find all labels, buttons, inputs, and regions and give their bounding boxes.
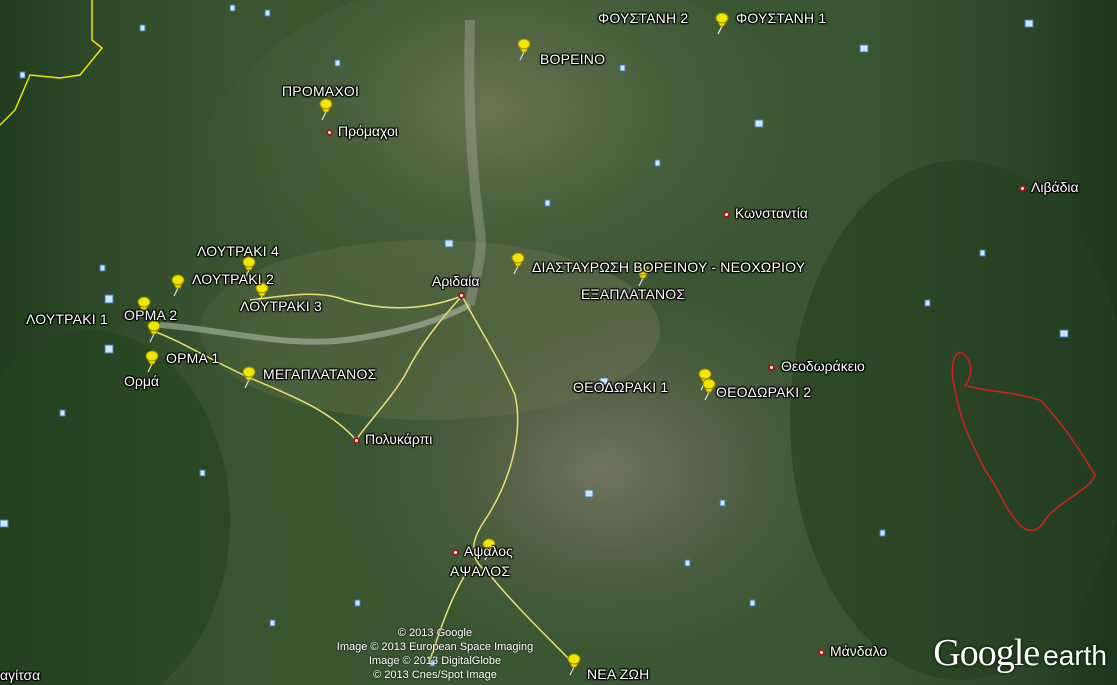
place-label-livadia[interactable]: Λιβάδια bbox=[1031, 179, 1079, 195]
pin-label-nea-zoi[interactable]: ΝΕΑ ΖΩΗ bbox=[587, 666, 649, 682]
logo-product: earth bbox=[1043, 640, 1107, 671]
pin-label-orma-2[interactable]: ΟΡΜΑ 2 bbox=[124, 307, 177, 323]
satellite-map[interactable] bbox=[0, 0, 1117, 685]
pin-label-exaplatanos[interactable]: ΕΞΑΠΛΑΤΑΝΟΣ bbox=[581, 286, 685, 302]
place-label-konstantia[interactable]: Κωνσταντία bbox=[735, 205, 808, 221]
pin-label-loutraki-3[interactable]: ΛΟΥΤΡΑΚΙ 3 bbox=[240, 298, 322, 314]
copyright-line: © 2013 Google bbox=[397, 627, 473, 639]
place-dot bbox=[452, 549, 459, 556]
place-label-apsalos[interactable]: Αψαλος bbox=[464, 543, 513, 559]
logo-brand: Google bbox=[933, 632, 1040, 674]
pin-label-megaplatanos[interactable]: ΜΕΓΑΠΛΑΤΑΝΟΣ bbox=[263, 366, 376, 382]
pin-label-fostani-2[interactable]: ΦΟΥΣΤΑΝΗ 2 bbox=[598, 10, 688, 26]
place-dot bbox=[1019, 185, 1026, 192]
place-label-agitsa[interactable]: αγίτσα bbox=[0, 667, 40, 683]
pin-label-loutraki-1[interactable]: ΛΟΥΤΡΑΚΙ 1 bbox=[26, 311, 108, 327]
pin-label-voreino[interactable]: ΒΟΡΕΙΝΟ bbox=[540, 51, 605, 67]
pin-label-loutraki-4[interactable]: ΛΟΥΤΡΑΚΙ 4 bbox=[197, 243, 279, 259]
place-label-aridaia[interactable]: Αριδαία bbox=[432, 273, 480, 289]
place-dot bbox=[818, 649, 825, 656]
pin-label-theodoraki-1[interactable]: ΘΕΟΔΩΡΑΚΙ 1 bbox=[573, 379, 668, 395]
pin-label-promachoi[interactable]: ΠΡΟΜΑΧΟΙ bbox=[282, 83, 359, 99]
place-dot bbox=[326, 129, 333, 136]
pin-label-apsalos[interactable]: ΑΨΑΛΟΣ bbox=[450, 563, 510, 579]
google-earth-logo: Google earth bbox=[933, 631, 1107, 675]
place-label-mandalo[interactable]: Μάνδαλο bbox=[830, 643, 887, 659]
place-dot bbox=[768, 364, 775, 371]
map-copyright: © 2013 Google Image © 2013 European Spac… bbox=[300, 626, 570, 682]
place-label-polykarpi[interactable]: Πολυκάρπι bbox=[365, 431, 432, 447]
place-dot bbox=[723, 211, 730, 218]
place-label-theodorakeio[interactable]: Θεοδωράκειο bbox=[781, 358, 865, 374]
place-dot bbox=[458, 292, 465, 299]
pin-label-fostani-1[interactable]: ΦΟΥΣΤΑΝΗ 1 bbox=[736, 10, 826, 26]
pin-label-loutraki-2[interactable]: ΛΟΥΤΡΑΚΙ 2 bbox=[192, 271, 274, 287]
pin-label-theodoraki-2[interactable]: ΘΕΟΔΩΡΑΚΙ 2 bbox=[716, 384, 811, 400]
place-label-orma[interactable]: Ορμά bbox=[124, 373, 159, 389]
place-dot bbox=[353, 437, 360, 444]
copyright-line: Image © 2013 DigitalGlobe bbox=[368, 655, 502, 667]
pin-label-orma-1[interactable]: ΟΡΜΑ 1 bbox=[166, 350, 219, 366]
pin-label-diastavrosi[interactable]: ΔΙΑΣΤΑΥΡΩΣΗ ΒΟΡΕΙΝΟΥ - ΝΕΟΧΩΡΙΟΥ bbox=[532, 259, 805, 275]
copyright-line: Image © 2013 European Space Imaging bbox=[336, 641, 534, 653]
copyright-line: © 2013 Cnes/Spot Image bbox=[373, 669, 497, 681]
place-label-promachoi[interactable]: Πρόμαχοι bbox=[338, 123, 398, 139]
